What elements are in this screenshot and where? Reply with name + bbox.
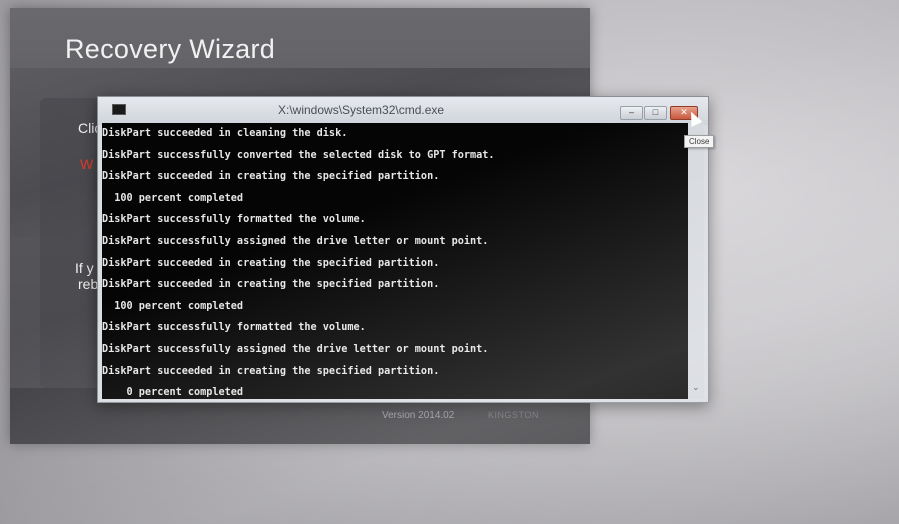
maximize-button[interactable]: □ <box>644 106 667 120</box>
console-line: 100 percent completed <box>102 300 244 312</box>
console-lines: DiskPart succeeded in cleaning the disk.… <box>102 123 495 399</box>
scroll-down-arrow-icon[interactable]: ⌄ <box>692 382 700 393</box>
console-line: DiskPart succeeded in cleaning the disk. <box>102 128 348 139</box>
cmd-window[interactable]: X:\windows\System32\cmd.exe – □ ✕ DiskPa… <box>97 96 709 403</box>
console-line: DiskPart succeeded in creating the speci… <box>102 365 440 377</box>
version-label: Version 2014.02 <box>382 410 455 421</box>
cmd-console-output[interactable]: DiskPart succeeded in cleaning the disk.… <box>102 123 688 399</box>
console-line: 100 percent completed <box>102 192 244 204</box>
cmd-icon <box>112 104 126 115</box>
cmd-titlebar[interactable]: X:\windows\System32\cmd.exe – □ ✕ <box>98 97 708 125</box>
console-line: DiskPart successfully assigned the drive… <box>102 343 489 355</box>
console-line: DiskPart succeeded in creating the speci… <box>102 171 440 183</box>
console-line: DiskPart successfully assigned the drive… <box>102 235 489 247</box>
console-line: DiskPart successfully formatted the volu… <box>102 214 366 226</box>
console-line: DiskPart successfully converted the sele… <box>102 149 495 161</box>
brand-logo: KINGSTON <box>488 410 539 420</box>
console-line: DiskPart succeeded in creating the speci… <box>102 257 440 269</box>
console-scrollbar[interactable]: ⌄ <box>688 123 704 399</box>
console-line: DiskPart succeeded in creating the speci… <box>102 279 440 291</box>
wizard-warning-text: W <box>80 156 94 172</box>
wizard-title: Recovery Wizard <box>65 34 276 64</box>
console-line: 0 percent completed <box>102 387 244 399</box>
close-tooltip: Close <box>684 135 715 148</box>
console-line: DiskPart successfully formatted the volu… <box>102 322 366 334</box>
wizard-info-text-line2: reb <box>78 276 99 292</box>
wizard-info-text-line1: If y <box>75 260 94 276</box>
minimize-button[interactable]: – <box>620 106 643 120</box>
cmd-window-title: X:\windows\System32\cmd.exe <box>278 103 445 117</box>
